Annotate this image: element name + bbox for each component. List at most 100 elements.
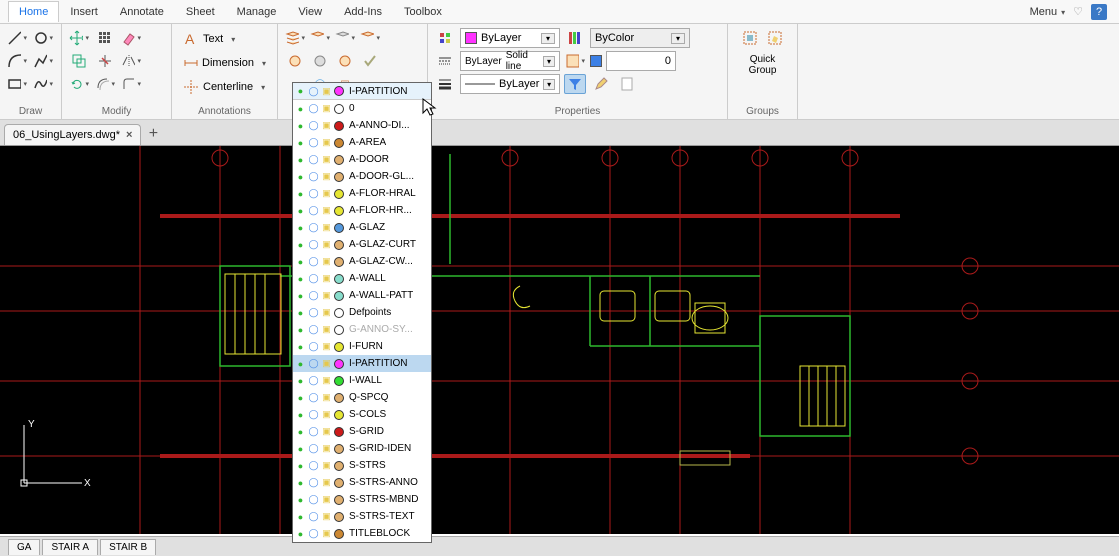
selection-filter-button[interactable] <box>564 74 586 94</box>
layer-walk-button[interactable] <box>359 28 381 48</box>
layer-row[interactable]: ●◯▣S-STRS-ANNO <box>293 474 431 491</box>
visibility-icon[interactable]: ● <box>295 324 306 335</box>
lineweight-select[interactable]: ByLayer ▾ <box>460 74 560 94</box>
freeze-icon[interactable]: ◯ <box>308 290 319 301</box>
tab-insert[interactable]: Insert <box>59 1 109 22</box>
lock-icon[interactable]: ▣ <box>321 341 332 352</box>
visibility-icon[interactable]: ● <box>295 205 306 216</box>
freeze-icon[interactable]: ◯ <box>308 511 319 522</box>
visibility-icon[interactable]: ● <box>295 154 306 165</box>
mirror-tool[interactable] <box>120 51 142 71</box>
visibility-icon[interactable]: ● <box>295 137 306 148</box>
linestyle-icon[interactable] <box>434 51 456 71</box>
lock-icon[interactable]: ▣ <box>321 528 332 539</box>
tab-home[interactable]: Home <box>8 1 59 22</box>
lock-icon[interactable]: ▣ <box>321 375 332 386</box>
visibility-icon[interactable]: ● <box>295 392 306 403</box>
offset-tool[interactable] <box>94 74 116 94</box>
group-edit-button[interactable] <box>764 28 786 48</box>
layer-freeze-button[interactable] <box>284 51 306 71</box>
lock-icon[interactable]: ▣ <box>321 324 332 335</box>
tab-manage[interactable]: Manage <box>226 1 288 22</box>
freeze-icon[interactable]: ◯ <box>308 426 319 437</box>
visibility-icon[interactable]: ● <box>295 511 306 522</box>
visibility-icon[interactable]: ● <box>295 443 306 454</box>
lock-icon[interactable]: ▣ <box>321 477 332 488</box>
visibility-icon[interactable]: ● <box>295 120 306 131</box>
layer-lock-button[interactable] <box>334 51 356 71</box>
freeze-icon[interactable]: ◯ <box>308 409 319 420</box>
visibility-icon[interactable]: ● <box>295 256 306 267</box>
lock-icon[interactable]: ▣ <box>321 290 332 301</box>
sheet-tab-ga[interactable]: GA <box>8 539 40 555</box>
arc-tool[interactable] <box>6 51 28 71</box>
visibility-icon[interactable]: ● <box>295 460 306 471</box>
drawing-canvas[interactable]: Y X <box>0 146 1119 534</box>
visibility-icon[interactable]: ● <box>295 358 306 369</box>
circle-tool[interactable] <box>32 28 54 48</box>
layer-check-button[interactable] <box>359 51 381 71</box>
centerline-button[interactable]: Centerline <box>178 76 271 98</box>
visibility-icon[interactable]: ● <box>295 426 306 437</box>
rect-tool[interactable] <box>6 74 28 94</box>
visibility-icon[interactable]: ● <box>295 494 306 505</box>
visibility-icon[interactable]: ● <box>295 409 306 420</box>
layer-row[interactable]: ●◯▣A-AREA <box>293 134 431 151</box>
lock-icon[interactable]: ▣ <box>321 205 332 216</box>
menu-button[interactable]: Menu <box>1030 6 1066 18</box>
lock-icon[interactable]: ▣ <box>321 273 332 284</box>
layer-row[interactable]: ●◯▣I-WALL <box>293 372 431 389</box>
layer-row[interactable]: ●◯▣I-PARTITION <box>293 355 431 372</box>
color-select[interactable]: ByLayer ▾ <box>460 28 560 48</box>
copy-tool[interactable] <box>68 51 90 71</box>
tab-sheet[interactable]: Sheet <box>175 1 226 22</box>
array-tool[interactable] <box>94 28 116 48</box>
layer-row[interactable]: ●◯▣S-STRS-MBND <box>293 491 431 508</box>
freeze-icon[interactable]: ◯ <box>308 137 319 148</box>
lock-icon[interactable]: ▣ <box>321 307 332 318</box>
layer-row[interactable]: ●◯▣A-FLOR-HRAL <box>293 185 431 202</box>
freeze-icon[interactable]: ◯ <box>308 375 319 386</box>
freeze-icon[interactable]: ◯ <box>308 477 319 488</box>
layer-iso-button[interactable] <box>334 28 356 48</box>
freeze-icon[interactable]: ◯ <box>308 392 319 403</box>
visibility-icon[interactable]: ● <box>295 103 306 114</box>
layer-states-button[interactable] <box>309 28 331 48</box>
freeze-icon[interactable]: ◯ <box>308 222 319 233</box>
layer-row[interactable]: ●◯▣A-GLAZ-CURT <box>293 236 431 253</box>
layer-row[interactable]: ●◯▣A-ANNO-DI... <box>293 117 431 134</box>
layer-row[interactable]: ●◯▣S-STRS-TEXT <box>293 508 431 525</box>
close-icon[interactable]: × <box>126 129 132 141</box>
heart-icon[interactable]: ♡ <box>1073 5 1083 18</box>
visibility-icon[interactable]: ● <box>295 86 306 97</box>
polyline-tool[interactable] <box>32 51 54 71</box>
layer-row[interactable]: ●◯▣A-FLOR-HR... <box>293 202 431 219</box>
lock-icon[interactable]: ▣ <box>321 222 332 233</box>
freeze-icon[interactable]: ◯ <box>308 154 319 165</box>
layer-row[interactable]: ●◯▣S-GRID <box>293 423 431 440</box>
freeze-icon[interactable]: ◯ <box>308 494 319 505</box>
layer-row[interactable]: ●◯▣A-GLAZ-CW... <box>293 253 431 270</box>
doc-button[interactable] <box>616 74 638 94</box>
filter-select[interactable]: ByColor ▾ <box>590 28 690 48</box>
lock-icon[interactable]: ▣ <box>321 511 332 522</box>
sheet-tab-stair-b[interactable]: STAIR B <box>100 539 156 555</box>
visibility-icon[interactable]: ● <box>295 528 306 539</box>
visibility-icon[interactable]: ● <box>295 375 306 386</box>
lock-icon[interactable]: ▣ <box>321 86 332 97</box>
lock-icon[interactable]: ▣ <box>321 171 332 182</box>
freeze-icon[interactable]: ◯ <box>308 528 319 539</box>
help-icon[interactable]: ? <box>1091 4 1107 20</box>
lineweight-icon[interactable] <box>434 74 456 94</box>
tab-annotate[interactable]: Annotate <box>109 1 175 22</box>
move-tool[interactable] <box>68 28 90 48</box>
freeze-icon[interactable]: ◯ <box>308 205 319 216</box>
add-tab-button[interactable]: + <box>141 123 165 145</box>
trim-tool[interactable] <box>94 51 116 71</box>
visibility-icon[interactable]: ● <box>295 341 306 352</box>
layer-row[interactable]: ●◯▣Q-SPCQ <box>293 389 431 406</box>
lock-icon[interactable]: ▣ <box>321 426 332 437</box>
visibility-icon[interactable]: ● <box>295 477 306 488</box>
layer-row[interactable]: ●◯▣A-WALL <box>293 270 431 287</box>
freeze-icon[interactable]: ◯ <box>308 256 319 267</box>
